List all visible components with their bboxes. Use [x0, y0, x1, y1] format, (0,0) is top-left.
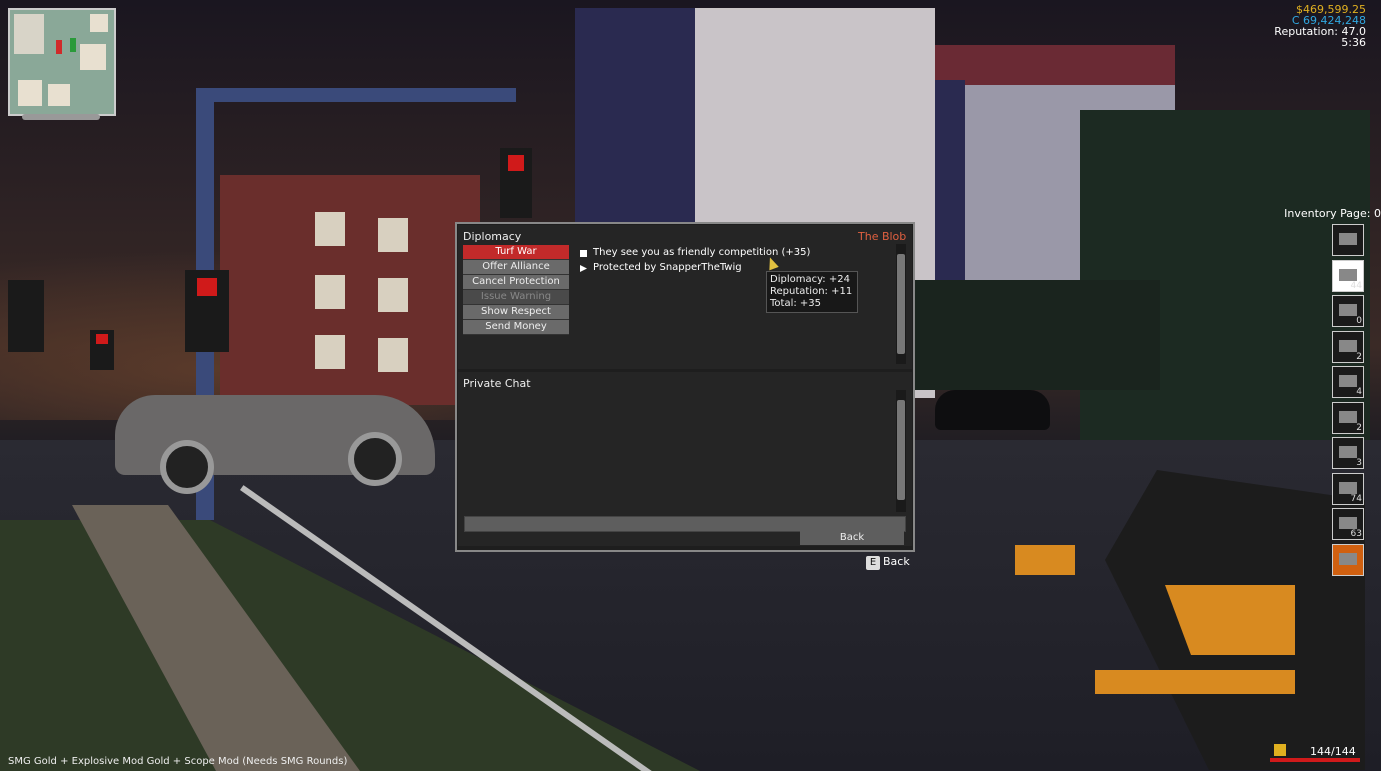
car-wheel: [348, 432, 402, 486]
hedge: [910, 280, 1160, 390]
inventory-slot[interactable]: [1332, 543, 1364, 576]
pistol-icon: [1339, 304, 1357, 316]
building-window: [315, 275, 345, 309]
compass-icon: [1339, 233, 1357, 245]
inventory-slot[interactable]: 74: [1332, 472, 1364, 505]
inventory-count: 3: [1356, 458, 1362, 468]
inventory-slot[interactable]: 2: [1332, 330, 1364, 363]
relationship-icon: [580, 250, 587, 257]
inventory-slot[interactable]: [1332, 224, 1364, 256]
traffic-arm: [196, 88, 516, 102]
inventory-count: 74: [1350, 493, 1362, 504]
game-time: 5:36: [1341, 36, 1366, 49]
diplomacy-scrollbar[interactable]: [896, 244, 906, 364]
cloth-icon: [1339, 268, 1357, 281]
building-window: [378, 278, 408, 312]
offer-alliance-button[interactable]: Offer Alliance: [463, 260, 569, 275]
player-stats: $469,599.25 C 69,424,248 Reputation: 47.…: [1274, 4, 1366, 48]
red-lamp: [96, 334, 108, 344]
health-bar: [1270, 758, 1360, 762]
inventory-count: 4: [1356, 387, 1362, 397]
cancel-protection-button[interactable]: Cancel Protection: [463, 275, 569, 290]
inventory-slot[interactable]: 2: [1332, 401, 1364, 434]
dialog-title: Diplomacy: [463, 230, 522, 243]
turf-war-button[interactable]: Turf War: [463, 245, 569, 260]
reputation-score: Reputation: +11: [770, 286, 853, 297]
inventory-slot[interactable]: 63: [1332, 508, 1364, 540]
chat-title: Private Chat: [463, 377, 531, 390]
diplomacy-score: Diplomacy: +24: [770, 274, 850, 285]
total-score: Total: +35: [770, 298, 822, 309]
rifle-icon: [1339, 339, 1357, 352]
apartment-tower-2-roof: [935, 45, 1175, 85]
minimap-bar: [22, 114, 100, 120]
inventory-count: 2: [1356, 351, 1362, 362]
health-icon: [1274, 744, 1286, 756]
relationship-status: They see you as friendly competition (+3…: [593, 247, 811, 258]
traffic-light: [8, 280, 44, 352]
inventory-page-label: Inventory Page: 0: [1284, 207, 1381, 220]
ammo-icon: [1339, 517, 1357, 529]
car-wheel: [160, 440, 214, 494]
inventory-slot[interactable]: 4: [1332, 366, 1364, 398]
knife-icon: [1339, 410, 1357, 423]
show-respect-button[interactable]: Show Respect: [463, 305, 569, 320]
red-lamp: [197, 278, 217, 296]
held-weapon: [1015, 470, 1375, 770]
smg-icon: [1339, 481, 1357, 494]
inventory-slot[interactable]: 0: [1332, 295, 1364, 327]
chat-scrollbar[interactable]: [896, 390, 906, 512]
red-brick-building: [220, 175, 480, 405]
key-hint-label: Back: [883, 555, 910, 568]
health-value: 144/144: [1310, 745, 1356, 758]
equipped-weapon-label: SMG Gold + Explosive Mod Gold + Scope Mo…: [8, 756, 348, 767]
building-window: [378, 218, 408, 252]
send-money-button[interactable]: Send Money: [463, 320, 569, 335]
back-key-hint[interactable]: E Back: [866, 555, 910, 570]
shotgun-icon: [1339, 375, 1357, 387]
issue-warning-button: Issue Warning: [463, 290, 569, 305]
building-window: [378, 338, 408, 372]
back-button[interactable]: Back: [800, 530, 904, 545]
inventory-count: 44: [1350, 280, 1362, 291]
inventory-count: 0: [1356, 316, 1362, 326]
distant-car: [935, 390, 1050, 430]
inventory-slot[interactable]: 3: [1332, 437, 1364, 469]
building-window: [315, 212, 345, 246]
building-window: [315, 335, 345, 369]
minimap[interactable]: [8, 8, 116, 116]
protection-status: Protected by SnapperTheTwig: [593, 262, 742, 273]
score-tooltip: Diplomacy: +24 Reputation: +11 Total: +3…: [766, 271, 858, 313]
inventory-slot[interactable]: 44: [1332, 259, 1364, 292]
inventory-count: 2: [1356, 422, 1362, 433]
explosive-icon: [1339, 552, 1357, 565]
inventory-count: 63: [1350, 529, 1362, 539]
bottle-icon: [1339, 446, 1357, 458]
e-key-icon: E: [866, 556, 880, 570]
red-lamp: [508, 155, 524, 171]
faction-name: The Blob: [858, 230, 907, 243]
